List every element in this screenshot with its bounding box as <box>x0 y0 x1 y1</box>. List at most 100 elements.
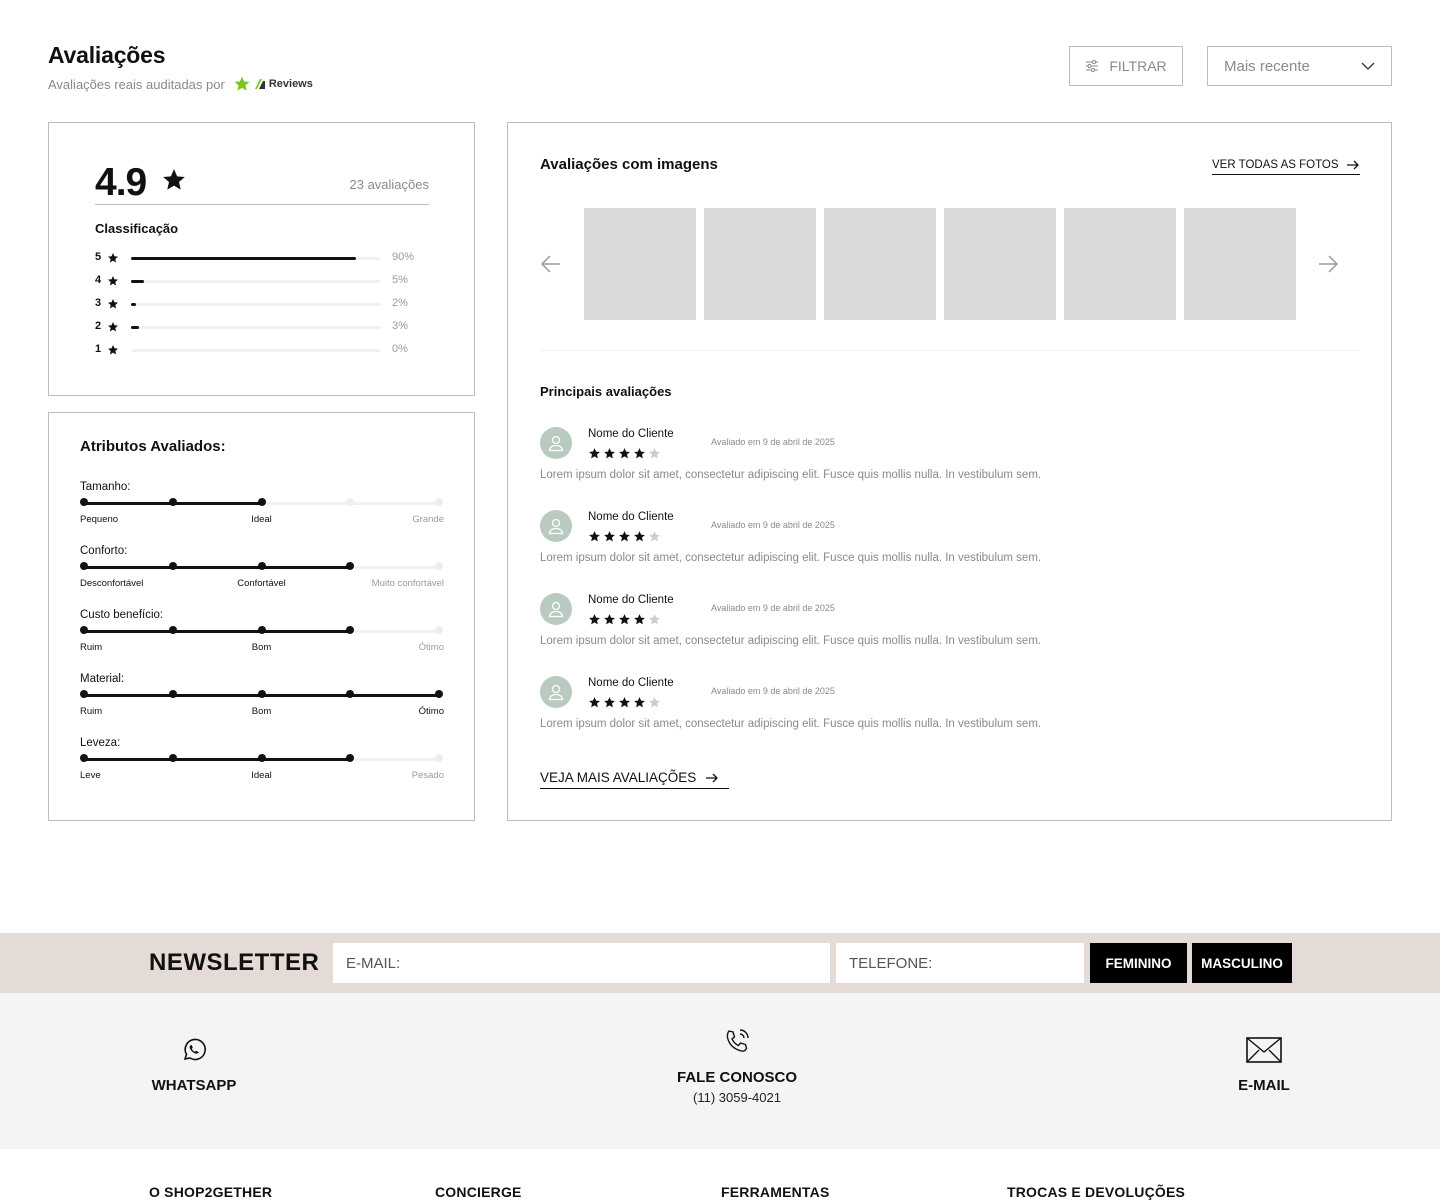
review-rating <box>588 447 661 460</box>
rating-bar-4[interactable]: 4 5% <box>95 274 425 288</box>
reviews-provider-logo: Reviews <box>233 75 313 93</box>
attribute-step-dot <box>168 754 177 762</box>
review-image-thumbnail[interactable] <box>1064 208 1176 320</box>
review-image-thumbnail[interactable] <box>1184 208 1296 320</box>
rating-bar-3[interactable]: 3 2% <box>95 297 425 311</box>
attribute-step-dot <box>257 498 266 506</box>
newsletter-phone-input[interactable] <box>836 943 1084 983</box>
rating-bar-stars: 4 <box>95 274 102 286</box>
star-icon <box>108 322 118 332</box>
carousel-next-icon[interactable] <box>1317 253 1339 275</box>
star-filled-icon <box>604 697 615 708</box>
star-icon <box>108 276 118 286</box>
star-filled-icon <box>589 614 600 625</box>
attribute-label-end: Ótimo <box>418 706 444 717</box>
review-item: Nome do Cliente Avaliado em 9 de abril de… <box>540 593 1360 653</box>
review-item: Nome do Cliente Avaliado em 9 de abril de… <box>540 510 1360 570</box>
provider-mark-icon <box>254 79 265 89</box>
footer-col-ferramentas[interactable]: FERRAMENTAS <box>721 1184 830 1200</box>
masculino-button[interactable]: MASCULINO <box>1192 943 1292 983</box>
review-image-thumbnail[interactable] <box>824 208 936 320</box>
star-filled-icon <box>634 531 645 542</box>
avatar <box>540 427 572 459</box>
footer-col-shop2gether[interactable]: O SHOP2GETHER <box>149 1184 272 1200</box>
review-count: 23 avaliações <box>349 177 430 192</box>
see-all-photos-link[interactable]: VER TODAS AS FOTOS <box>1212 155 1360 175</box>
star-filled-icon <box>634 448 645 459</box>
carousel-prev-icon[interactable] <box>540 253 562 275</box>
classification-title: Classificação <box>95 221 179 236</box>
attribute-label-start: Leve <box>80 770 101 781</box>
fale-conosco-contact[interactable]: FALE CONOSCO (11) 3059-4021 <box>670 1027 804 1105</box>
star-empty-icon <box>649 614 660 625</box>
review-text: Lorem ipsum dolor sit amet, consectetur … <box>540 718 1042 730</box>
attribute-step-dot <box>435 754 443 762</box>
attribute-step-dot <box>168 562 177 570</box>
attribute-name: Tamanho: <box>80 481 131 493</box>
review-image-thumbnail[interactable] <box>704 208 816 320</box>
section-divider <box>540 350 1360 351</box>
filter-button[interactable]: FILTRAR <box>1069 46 1183 86</box>
user-icon <box>548 435 564 452</box>
arrow-right-icon <box>706 773 719 782</box>
review-text: Lorem ipsum dolor sit amet, consectetur … <box>540 469 1042 481</box>
attribute-row: Leveza: Leve Ideal Pesado <box>80 737 444 781</box>
rating-bar-stars: 1 <box>95 343 102 355</box>
star-filled-icon <box>619 531 630 542</box>
fale-conosco-label: FALE CONOSCO <box>676 1069 797 1086</box>
feminino-button[interactable]: FEMININO <box>1090 943 1187 983</box>
review-image-thumbnail[interactable] <box>584 208 696 320</box>
rating-summary-card: 4.9 23 avaliações Classificação 5 90% 4 5% 3… <box>48 122 475 396</box>
attribute-label-end: Ótimo <box>418 642 444 653</box>
email-contact[interactable]: E-MAIL <box>1232 1037 1296 1094</box>
sort-select[interactable]: Mais recente <box>1207 46 1392 86</box>
review-item: Nome do Cliente Avaliado em 9 de abril de… <box>540 427 1360 487</box>
attribute-fill <box>84 630 351 633</box>
footer-col-trocas[interactable]: TROCAS E DEVOLUÇÕES <box>1007 1184 1185 1200</box>
newsletter-bar: NEWSLETTER FEMININO MASCULINO <box>0 933 1440 993</box>
whatsapp-contact[interactable]: WHATSAPP <box>149 1037 239 1094</box>
attribute-row: Conforto: Desconfortável Confortável Muito … <box>80 545 444 589</box>
review-rating <box>588 696 661 709</box>
rating-bar-1[interactable]: 1 0% <box>95 343 425 357</box>
attribute-step-dot <box>168 498 177 506</box>
images-title: Avaliações com imagens <box>540 156 718 173</box>
rating-bar-2[interactable]: 2 3% <box>95 320 425 334</box>
star-empty-icon <box>649 448 660 459</box>
reviewer-name: Nome do Cliente <box>588 677 674 689</box>
rating-bar-percent: 2% <box>392 297 408 309</box>
star-icon <box>163 169 185 190</box>
see-more-reviews-label: VEJA MAIS AVALIAÇÕES <box>540 770 697 785</box>
attribute-step-dot <box>80 498 88 506</box>
average-score: 4.9 <box>95 161 147 204</box>
rating-bar-5[interactable]: 5 90% <box>95 251 425 265</box>
attribute-step-dot <box>168 690 177 698</box>
review-text: Lorem ipsum dolor sit amet, consectetur … <box>540 635 1042 647</box>
subtitle: Avaliações reais auditadas por Reviews <box>48 75 313 93</box>
reviews-main-card: Avaliações com imagens VER TODAS AS FOTO… <box>507 122 1392 821</box>
footer-col-concierge[interactable]: CONCIERGE <box>435 1184 522 1200</box>
attributes-title: Atributos Avaliados: <box>80 438 226 455</box>
review-image-thumbnail[interactable] <box>944 208 1056 320</box>
rating-bar-percent: 3% <box>392 320 408 332</box>
attribute-step-dot <box>80 690 88 698</box>
attribute-step-dot <box>257 754 266 762</box>
attribute-row: Material: Ruim Bom Ótimo <box>80 673 444 717</box>
rating-bar-percent: 5% <box>392 274 408 286</box>
score-row: 4.9 23 avaliações <box>95 161 429 205</box>
provider-star-icon <box>234 76 250 91</box>
attribute-step-dot <box>168 626 177 634</box>
newsletter-email-input[interactable] <box>333 943 830 983</box>
sliders-icon <box>1086 59 1099 73</box>
attribute-step-dot <box>435 562 443 570</box>
star-empty-icon <box>649 697 660 708</box>
chevron-down-icon <box>1361 62 1375 70</box>
attribute-row: Custo benefício: Ruim Bom Ótimo <box>80 609 444 653</box>
review-rating <box>588 530 661 543</box>
attribute-step-dot <box>80 626 88 634</box>
page-title: Avaliações <box>48 42 166 68</box>
star-icon <box>108 253 118 263</box>
attribute-name: Custo benefício: <box>80 609 164 621</box>
rating-bar-fill <box>131 326 139 329</box>
see-more-reviews-link[interactable]: VEJA MAIS AVALIAÇÕES <box>540 767 729 789</box>
